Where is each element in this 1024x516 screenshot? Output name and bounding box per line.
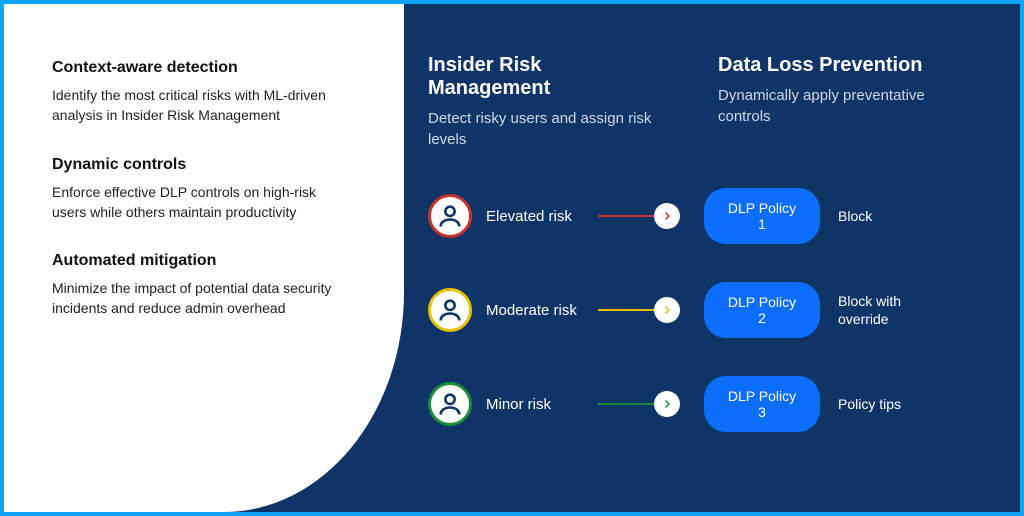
chevron-right-icon (654, 297, 680, 323)
column-dlp: Data Loss Prevention Dynamically apply p… (718, 54, 958, 150)
risk-row-moderate: Moderate risk DLP Policy 2 Block with ov… (428, 282, 1018, 338)
connector-line (598, 403, 656, 405)
right-panel: Insider Risk Management Detect risky use… (428, 4, 1018, 512)
dlp-policy-pill: DLP Policy 2 (704, 282, 820, 338)
risk-label: Elevated risk (486, 208, 598, 225)
person-icon (428, 288, 472, 332)
feature-dynamic-controls: Dynamic controls Enforce effective DLP c… (52, 156, 332, 223)
dlp-action: Block with override (838, 292, 928, 328)
feature-desc: Identify the most critical risks with ML… (52, 85, 332, 126)
slide-frame: Context-aware detection Identify the mos… (0, 0, 1024, 516)
dlp-policy-pill: DLP Policy 1 (704, 188, 820, 244)
chevron-right-icon (654, 391, 680, 417)
dlp-policy-pill: DLP Policy 3 (704, 376, 820, 432)
risk-row-elevated: Elevated risk DLP Policy 1 Block (428, 188, 1018, 244)
column-subtitle: Detect risky users and assign risk level… (428, 108, 668, 150)
column-irm: Insider Risk Management Detect risky use… (428, 54, 668, 150)
feature-title: Context-aware detection (52, 59, 332, 77)
feature-title: Automated mitigation (52, 252, 332, 270)
feature-desc: Enforce effective DLP controls on high-r… (52, 182, 332, 223)
feature-desc: Minimize the impact of potential data se… (52, 278, 332, 319)
column-title: Data Loss Prevention (718, 54, 958, 77)
connector-line (598, 215, 656, 217)
column-title: Insider Risk Management (428, 54, 668, 100)
risk-label: Minor risk (486, 396, 598, 413)
dlp-action: Policy tips (838, 395, 901, 413)
feature-context-aware: Context-aware detection Identify the mos… (52, 59, 332, 126)
left-panel: Context-aware detection Identify the mos… (4, 4, 404, 512)
column-headers: Insider Risk Management Detect risky use… (428, 54, 1018, 150)
risk-rows: Elevated risk DLP Policy 1 Block Moderat… (428, 188, 1018, 432)
risk-label: Moderate risk (486, 302, 598, 319)
feature-title: Dynamic controls (52, 156, 332, 174)
chevron-right-icon (654, 203, 680, 229)
column-subtitle: Dynamically apply preventative controls (718, 85, 958, 127)
feature-automated-mitigation: Automated mitigation Minimize the impact… (52, 252, 332, 319)
person-icon (428, 382, 472, 426)
connector-line (598, 309, 656, 311)
risk-row-minor: Minor risk DLP Policy 3 Policy tips (428, 376, 1018, 432)
person-icon (428, 194, 472, 238)
dlp-action: Block (838, 207, 872, 225)
